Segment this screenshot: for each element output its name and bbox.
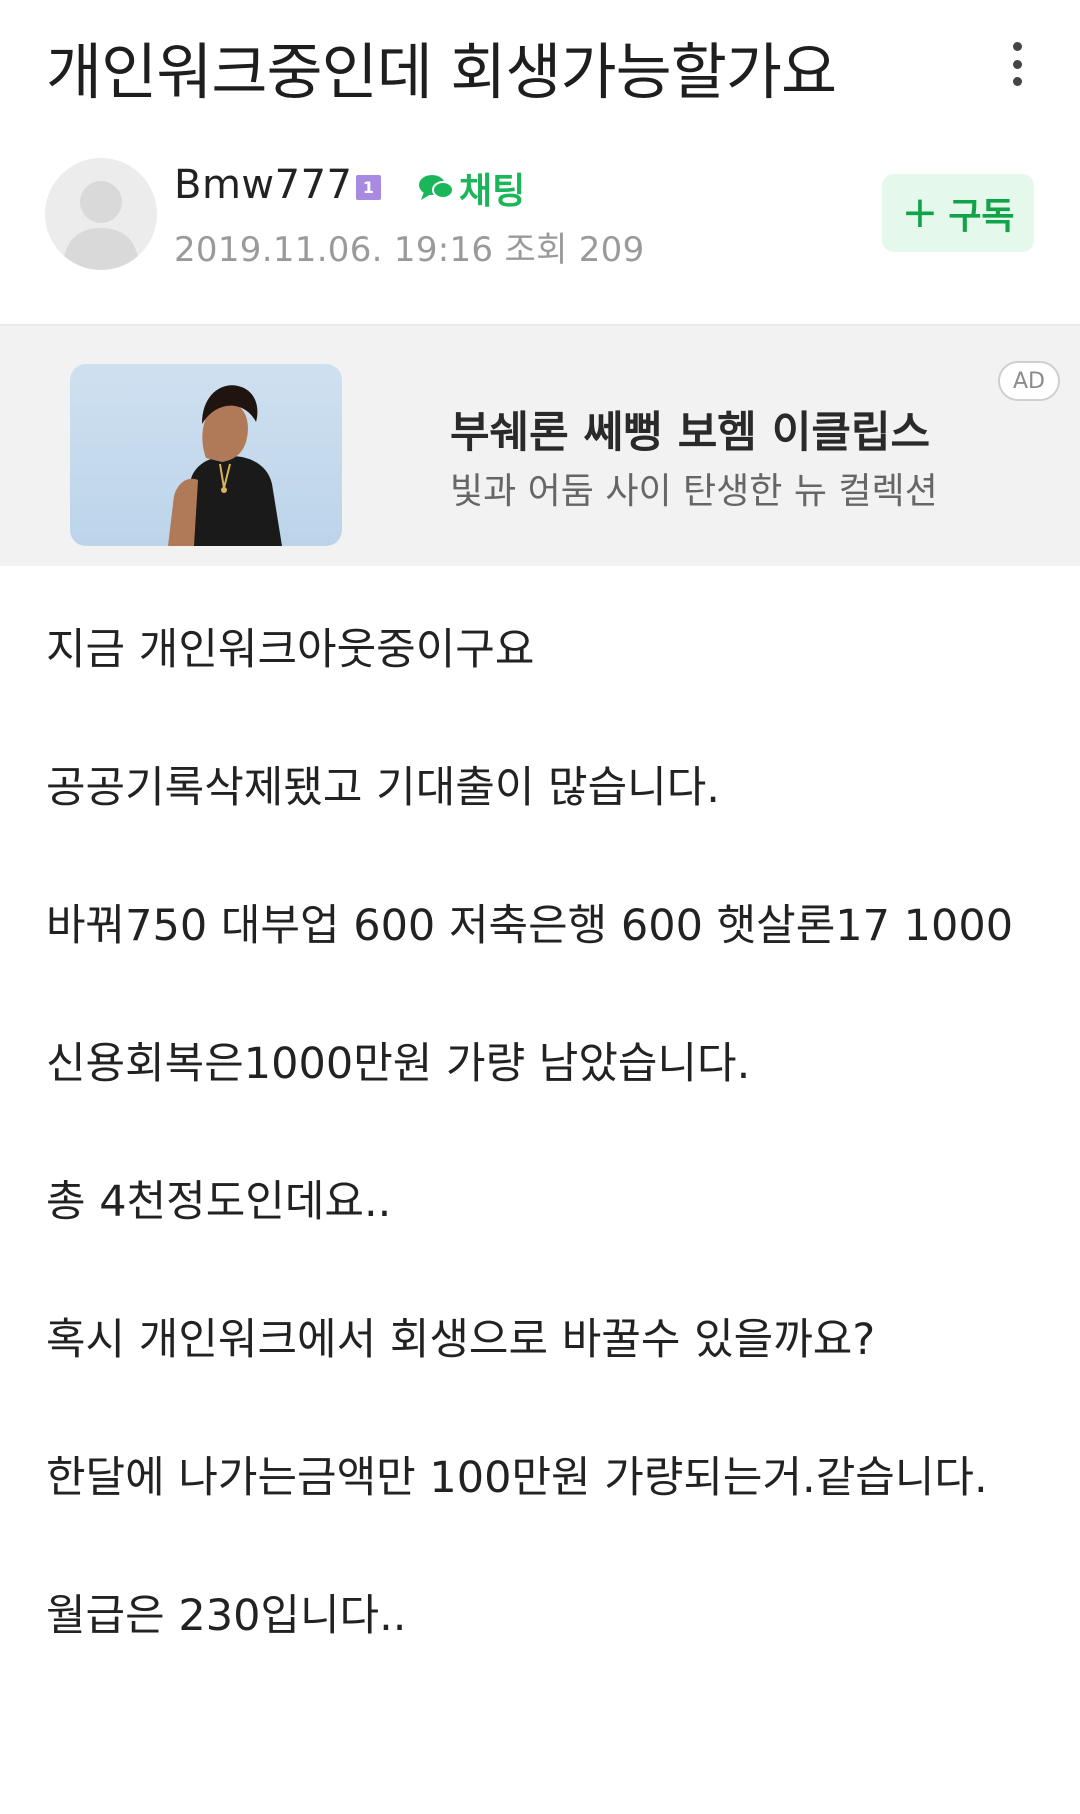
post-meta: 2019.11.06. 19:16 조회 209 [174,222,645,271]
more-options-icon[interactable] [995,36,1039,92]
ad-badge[interactable]: AD [998,361,1060,401]
more-dot [1012,42,1022,51]
subscribe-button[interactable]: + 구독 [882,174,1034,252]
post-header: 개인워크중인데 회생가능할가요 [0,0,1080,130]
body-paragraph: 바꿔750 대부업 600 저축은행 600 햇살론17 1000 [46,901,1014,951]
ad-description[interactable]: 빛과 어둠 사이 탄생한 뉴 컬렉션 [450,462,938,514]
chat-button[interactable]: 채팅 [417,162,525,214]
default-avatar-icon [63,181,139,270]
plus-icon: + [901,187,939,238]
body-paragraph: 한달에 나가는금액만 100만원 가량되는거.같습니다. [46,1453,988,1503]
subscribe-label: 구독 [948,196,1015,237]
member-grade-badge: 1 [356,175,381,200]
author-info: Bmw777 1 채팅 2019.11.06. 19:16 조회 209 + 구… [0,150,1080,280]
ad-banner[interactable]: 부쉐론 쎄뻥 보헴 이클립스 빛과 어둠 사이 탄생한 뉴 컬렉션 AD [0,324,1080,566]
view-count: 조회 209 [504,230,645,270]
body-paragraph: 월급은 230입니다.. [46,1591,407,1641]
post-title: 개인워크중인데 회생가능할가요 [46,37,837,108]
body-paragraph: 지금 개인워크아웃중이구요 [46,625,535,675]
author-name[interactable]: Bmw777 [174,162,352,208]
avatar[interactable] [45,158,157,270]
more-dot [1012,59,1022,69]
ad-title[interactable]: 부쉐론 쎄뻥 보헴 이클립스 [450,398,930,460]
body-paragraph: 공공기록삭제됐고 기대출이 많습니다. [46,763,720,813]
body-paragraph: 혹시 개인워크에서 회생으로 바꿀수 있을까요? [46,1315,876,1365]
body-paragraph: 총 4천정도인데요.. [46,1177,392,1227]
body-paragraph: 신용회복은1000만원 가량 남았습니다. [46,1039,751,1089]
post-date: 2019.11.06. 19:16 [174,230,494,270]
chat-label: 채팅 [459,171,526,212]
ad-model-image [168,385,282,546]
more-dot [1012,77,1022,86]
post-body: 지금 개인워크아웃중이구요 공공기록삭제됐고 기대출이 많습니다. 바꿔750 … [46,615,1036,1719]
chat-bubble-icon [419,175,454,200]
ad-thumbnail[interactable] [70,364,342,546]
